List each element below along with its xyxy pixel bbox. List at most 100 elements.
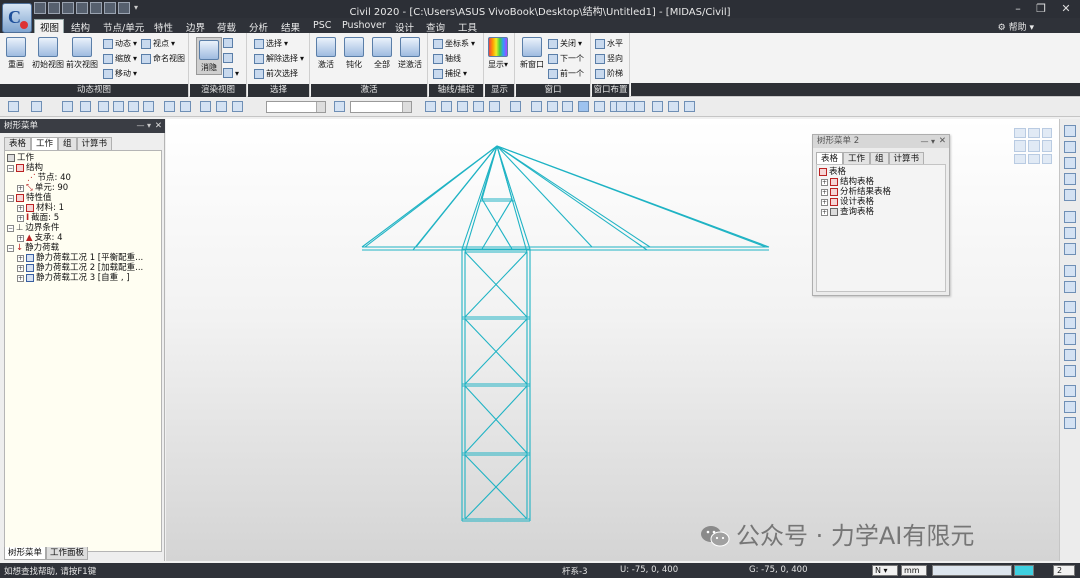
passivate-button[interactable]: 钝化: [344, 37, 364, 70]
expand-icon[interactable]: +: [17, 214, 24, 222]
collapse-icon[interactable]: −: [7, 224, 14, 232]
tree-item-elements[interactable]: + ⤡ 单元: 90: [17, 183, 68, 193]
display-frame-icon[interactable]: [1064, 265, 1076, 277]
expand-icon[interactable]: +: [17, 254, 24, 262]
copy-view-icon[interactable]: [1064, 301, 1076, 313]
pan-button[interactable]: 移动 ▾: [103, 68, 137, 79]
toolbar-node-number-icon[interactable]: [616, 101, 627, 112]
named-view-button[interactable]: 命名视图: [141, 53, 185, 64]
pin-icon[interactable]: — ▾: [136, 119, 151, 133]
toolbar-wire-icon[interactable]: [578, 101, 589, 112]
toolbar-axis-x-icon[interactable]: [425, 101, 436, 112]
dynamic-button[interactable]: 动态 ▾: [103, 38, 137, 49]
layer-icon[interactable]: [1064, 365, 1076, 377]
render-option-3[interactable]: ▾: [223, 68, 239, 78]
toolbar-window-icon[interactable]: [531, 101, 542, 112]
menu-pushover[interactable]: Pushover: [342, 20, 386, 31]
toolbar-select-combo-1[interactable]: [266, 101, 326, 113]
inverse-activate-button[interactable]: 逆激活: [398, 37, 422, 70]
cube-corner-tr[interactable]: [1042, 128, 1052, 138]
menu-load[interactable]: 荷载: [217, 20, 236, 34]
toolbar-axis-y-icon[interactable]: [441, 101, 452, 112]
toolbar-mirror-icon[interactable]: [457, 101, 468, 112]
menu-node-element[interactable]: 节点/单元: [103, 20, 144, 34]
toolbar-arrow-right-icon[interactable]: [31, 101, 42, 112]
expand-icon[interactable]: +: [821, 178, 828, 186]
app-logo[interactable]: C: [2, 3, 32, 33]
close-window-button[interactable]: 关闭 ▾: [548, 38, 582, 49]
toolbar-capture-icon[interactable]: [684, 101, 695, 112]
tab-task-pane[interactable]: 工作面板: [46, 547, 89, 560]
tree-item-nodes[interactable]: ⋰ 节点: 40: [27, 173, 71, 183]
tree-item-works[interactable]: 工作: [7, 153, 34, 163]
menu-design[interactable]: 设计: [395, 20, 414, 34]
activate-button[interactable]: 激活: [316, 37, 336, 70]
axis-button[interactable]: 轴线: [433, 53, 461, 64]
close-button[interactable]: ✕: [1055, 1, 1077, 17]
perspective-icon[interactable]: [1064, 385, 1076, 397]
tree-item-result-tables[interactable]: + 分析结果表格: [821, 187, 891, 197]
collapse-icon[interactable]: −: [7, 164, 14, 172]
view-cube[interactable]: [1010, 124, 1054, 168]
close-panel-icon[interactable]: ✕: [155, 119, 162, 133]
render-option-1[interactable]: [223, 38, 233, 48]
cube-face-left[interactable]: [1014, 140, 1026, 152]
toolbar-grid-icon[interactable]: [180, 101, 191, 112]
collapse-icon[interactable]: −: [7, 194, 14, 202]
toolbar-arrow-left-icon[interactable]: [8, 101, 19, 112]
all-button[interactable]: 全部: [372, 37, 392, 70]
tab-tree-menu[interactable]: 树形菜单: [4, 547, 47, 560]
menu-query[interactable]: 查询: [426, 20, 445, 34]
tree-item-load-case-2[interactable]: + 静力荷载工况 2 [加载配重...: [17, 263, 143, 273]
toolbar-box-icon[interactable]: [113, 101, 124, 112]
restore-button[interactable]: ❐: [1030, 1, 1052, 17]
zoom-out-icon[interactable]: [1064, 173, 1076, 185]
tree-item-boundary[interactable]: − ⊥ 边界条件: [7, 223, 59, 233]
display-button[interactable]: 显示▾: [488, 37, 508, 70]
initial-view-button[interactable]: 初始视图: [32, 37, 64, 70]
toolbar-select-window-icon[interactable]: [216, 101, 227, 112]
cube-corner-tl[interactable]: [1014, 128, 1026, 138]
minimize-button[interactable]: –: [1007, 1, 1029, 17]
expand-icon[interactable]: +: [17, 234, 24, 242]
menu-tools[interactable]: 工具: [458, 20, 477, 34]
tree-item-query-tables[interactable]: + 查询表格: [821, 207, 874, 217]
coordinate-system-button[interactable]: 坐标系 ▾: [433, 38, 475, 49]
expand-icon[interactable]: +: [17, 274, 24, 282]
hide-button[interactable]: 消隐: [196, 37, 222, 75]
model-view-icon[interactable]: [1064, 401, 1076, 413]
tree-item-load-case-3[interactable]: + 静力荷载工况 3 [自重 , ]: [17, 273, 130, 283]
expand-icon[interactable]: +: [821, 188, 828, 196]
view-direction-icon[interactable]: [1064, 243, 1076, 255]
viewpoint-button[interactable]: 视点 ▾: [141, 38, 175, 49]
status-tool-strip[interactable]: [932, 565, 1012, 576]
cascade-view-icon[interactable]: [1064, 333, 1076, 345]
toolbar-right-icon[interactable]: [562, 101, 573, 112]
cube-face-right[interactable]: [1042, 140, 1052, 152]
menu-boundary[interactable]: 边界: [186, 20, 205, 34]
menu-psc[interactable]: PSC: [313, 20, 331, 31]
tab-works[interactable]: 工作: [31, 137, 59, 150]
select-button[interactable]: 选择 ▾: [254, 38, 288, 49]
regen-button[interactable]: 重画: [6, 37, 26, 70]
tree-item-structure-tables[interactable]: + 结构表格: [821, 177, 874, 187]
expand-icon[interactable]: +: [821, 208, 828, 216]
tile-vertical-button[interactable]: 竖向: [595, 53, 623, 64]
toolbar-plane-icon[interactable]: [98, 101, 109, 112]
previous-window-button[interactable]: 前一个: [548, 68, 584, 79]
toolbar-pen-icon[interactable]: [164, 101, 175, 112]
cascade-button[interactable]: 阶梯: [595, 68, 623, 79]
next-window-button[interactable]: 下一个: [548, 53, 584, 64]
menu-structure[interactable]: 结构: [71, 20, 90, 34]
menu-property[interactable]: 特性: [154, 20, 173, 34]
toolbar-corner-icon[interactable]: [128, 101, 139, 112]
length-unit-select[interactable]: mm ▾: [901, 565, 927, 578]
unselect-button[interactable]: 解除选择 ▾: [254, 53, 304, 64]
tab-group[interactable]: 组: [58, 137, 77, 150]
tab-report[interactable]: 计算书: [76, 137, 113, 150]
toolbar-select-icon[interactable]: [200, 101, 211, 112]
expand-icon[interactable]: +: [17, 264, 24, 272]
status-color-box[interactable]: [1014, 565, 1034, 576]
toolbar-lock-icon[interactable]: [652, 101, 663, 112]
previous-view-button[interactable]: 前次视图: [66, 37, 98, 70]
